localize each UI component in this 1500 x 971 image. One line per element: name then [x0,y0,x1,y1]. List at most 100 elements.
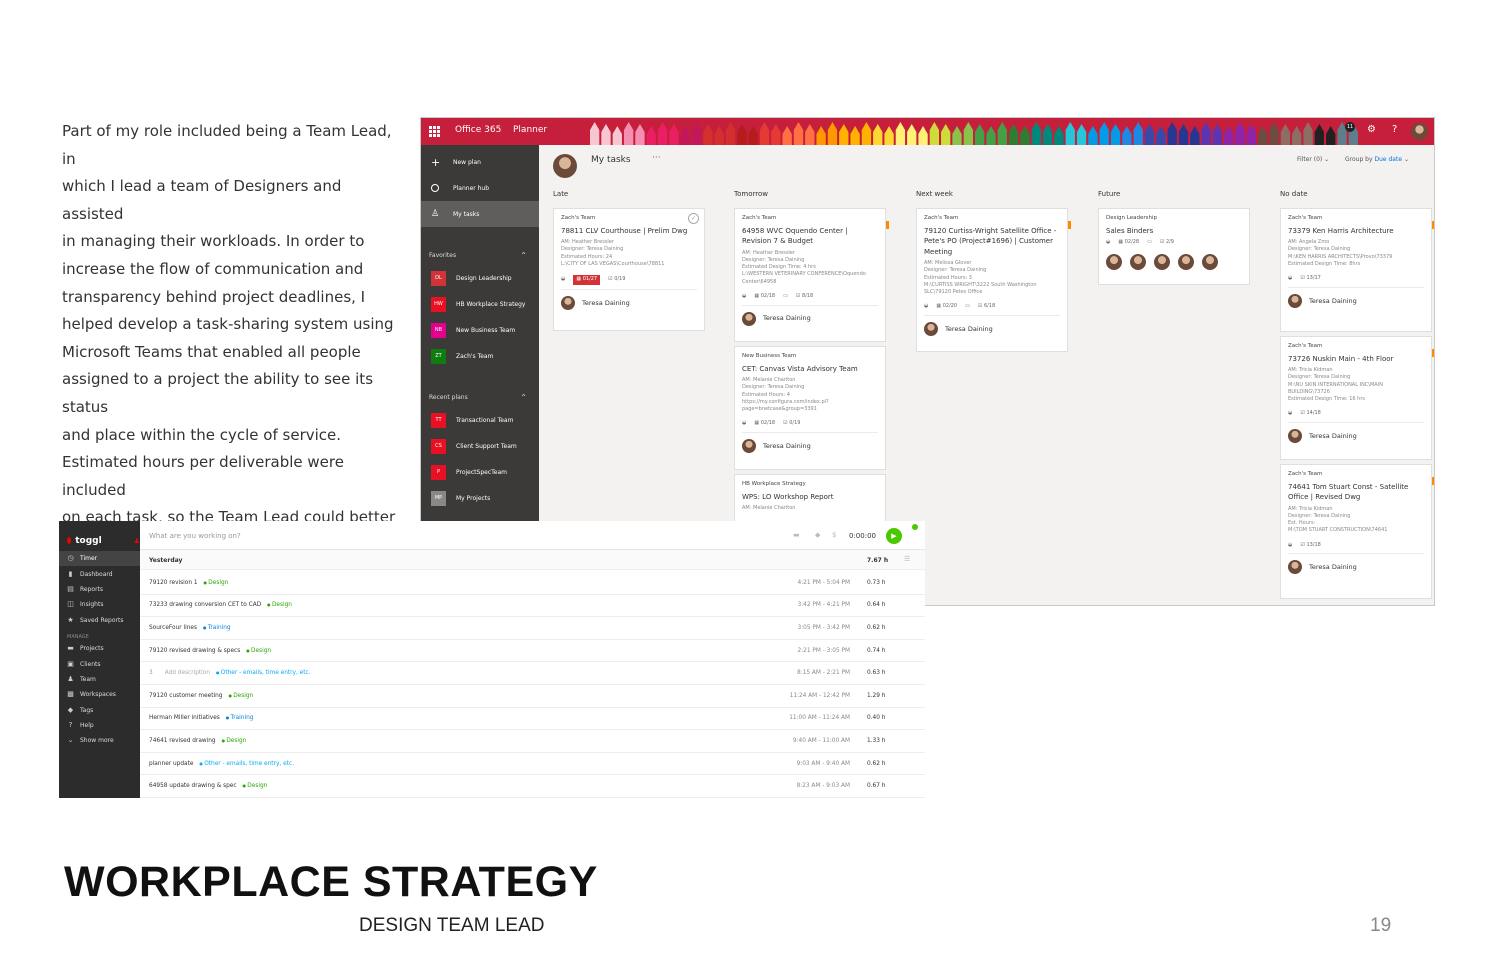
task-card[interactable]: New Business Team CET: Canvas Vista Advi… [734,346,886,470]
notification-badge[interactable]: 11 [1345,122,1355,132]
toggl-logo[interactable]: toggl ♟ [59,521,140,551]
nav-item-clients[interactable]: ▣ Clients [59,656,140,671]
user-avatar[interactable] [1411,123,1428,140]
nav-item-team[interactable]: ♟ Team [59,672,140,687]
nav-item-reports[interactable]: ▤ Reports [59,582,140,597]
plan-item[interactable]: HW HB Workplace Strategy [421,291,539,317]
time-entry-row[interactable]: 73233 drawing conversion CET to CAD ● Des… [140,595,925,618]
entry-project[interactable]: ● Other - emails, time entry, etc. [199,761,294,767]
entry-time-range[interactable]: 3:05 PM - 3:42 PM [778,625,851,631]
plan-item[interactable]: DL Design Leadership [421,265,539,291]
task-card[interactable]: Zach's Team 79120 Curtiss-Wright Satelli… [916,208,1071,352]
entry-duration[interactable]: 1.29 h [867,693,885,699]
new-plan-item[interactable]: + New plan [421,149,539,175]
group-by-button[interactable]: Group by Due date ⌄ [1345,156,1409,163]
entry-time-range[interactable]: 9:40 AM - 11:00 AM [778,738,850,744]
power-icon [67,537,72,544]
plan-item[interactable]: NB New Business Team [421,317,539,343]
plan-item[interactable]: TT Transactional Team [421,407,539,433]
entry-project[interactable]: ● Design [222,738,247,744]
nav-item-workspaces[interactable]: ▩ Workspaces [59,687,140,702]
suite-name[interactable]: Office 365 [455,125,501,135]
description-input[interactable]: What are you working on? [149,532,241,540]
more-icon[interactable]: ··· [652,153,661,163]
time-entry-row[interactable]: Herman Miller initiatives ● Training 11:00… [140,708,925,731]
crayon-shape [1269,122,1279,145]
time-entry-row[interactable]: 79120 customer meeting ● Design 11:24 AM -… [140,685,925,708]
plan-item[interactable]: ZT Zach's Team [421,343,539,369]
plan-item[interactable]: MP My Projects [421,485,539,511]
entry-project[interactable]: ● Other - emails, time entry, etc. [216,670,311,676]
entry-duration[interactable]: 0.67 h [867,783,885,789]
task-card[interactable]: Design Leadership Sales Binders ◒ ▦ 02/28… [1098,208,1250,285]
nav-item-help[interactable]: ? Help [59,718,140,733]
folder-icon[interactable]: ▬ [793,531,800,539]
planner-hub-item[interactable]: Planner hub [421,175,539,201]
time-entry-row[interactable]: 3 Add description ● Other - emails, time e… [140,662,925,685]
tag-icon[interactable]: ◆ [815,531,820,539]
entry-project[interactable]: ● Training [226,715,254,721]
nav-label: Insights [80,601,104,609]
time-entry-row[interactable]: 74641 revised drawing ● Design 9:40 AM - 1… [140,730,925,753]
entry-duration[interactable]: 0.73 h [867,580,885,586]
list-icon[interactable]: ☰ [904,555,910,563]
entry-project[interactable]: ● Design [267,602,292,608]
favorites-header[interactable]: Favorites ⌃ [421,245,539,265]
recent-header[interactable]: Recent plans ⌃ [421,387,539,407]
start-timer-button[interactable]: ▶ [886,528,902,544]
time-entry-row[interactable]: 79120 revision 1 ● Design 4:21 PM - 5:04 P… [140,572,925,595]
assignee: Teresa Daining [742,432,878,454]
entry-time-range[interactable]: 3:42 PM - 4:21 PM [778,602,851,608]
nav-item-show-more[interactable]: ⌄ Show more [59,733,140,748]
task-card[interactable]: Zach's Team 73726 Nuskin Main - 4th Floo… [1280,336,1434,460]
gear-icon[interactable]: ⚙ [1367,124,1376,135]
nav-item-dashboard[interactable]: ▮ Dashboard [59,566,140,581]
entry-project[interactable]: ● Design [246,648,271,654]
billable-icon[interactable]: $ [832,531,836,539]
nav-item-timer[interactable]: ◷ Timer [59,551,140,567]
app-name[interactable]: Planner [513,125,547,135]
nav-item-projects[interactable]: ▬ Projects [59,641,140,656]
entry-project[interactable]: ● Training [203,625,231,631]
entry-duration[interactable]: 0.64 h [867,602,885,608]
entry-time-range[interactable]: 4:21 PM - 5:04 PM [778,580,851,586]
entry-duration[interactable]: 0.74 h [867,648,885,654]
task-card[interactable]: Zach's Team 73379 Ken Harris Architectur… [1280,208,1434,332]
crayon-shape [1178,124,1189,145]
nav-item-saved-reports[interactable]: ★ Saved Reports [59,613,140,628]
entry-count[interactable]: 3 [149,670,153,676]
task-card[interactable]: Zach's Team 74641 Tom Stuart Const - Sat… [1280,464,1434,599]
entry-project[interactable]: ● Design [228,693,253,699]
entry-duration[interactable]: 0.62 h [867,625,885,631]
entry-duration[interactable]: 1.33 h [867,738,885,744]
filter-button[interactable]: Filter (0) ⌄ [1297,156,1329,163]
entry-time-range[interactable]: 11:00 AM - 11:24 AM [778,715,850,721]
entry-time-range[interactable]: 8:23 AM - 9:03 AM [778,783,850,789]
plan-item[interactable]: P ProjectSpecTeam [421,459,539,485]
nav-item-tags[interactable]: ◆ Tags [59,703,140,718]
entry-duration[interactable]: 0.40 h [867,715,885,721]
time-entry-row[interactable]: 64958 update drawing & spec ● Design 8:23 … [140,775,925,798]
time-entry-row[interactable]: 79120 revised drawing & specs ● Design 2:2… [140,640,925,663]
entry-time-range[interactable]: 8:15 AM - 2:21 PM [778,670,850,676]
entry-time-range[interactable]: 9:03 AM - 9:40 AM [778,761,850,767]
assignee: Teresa Daining [1288,422,1424,444]
entry-project[interactable]: ● Design [243,783,268,789]
entry-duration[interactable]: 0.62 h [867,761,885,767]
plan-item[interactable]: CS Client Support Team [421,433,539,459]
entry-duration[interactable]: 0.63 h [867,670,885,676]
my-tasks-item[interactable]: ♙ My tasks [421,201,539,227]
task-card[interactable]: Zach's Team 64958 WVC Oquendo Center | R… [734,208,889,342]
plus-icon: + [431,155,441,169]
nav-item-insights[interactable]: ◫ Insights [59,597,140,612]
entry-time-range[interactable]: 11:24 AM - 12:42 PM [778,693,850,699]
complete-circle-icon[interactable]: ✓ [688,213,699,224]
entry-time-range[interactable]: 2:21 PM - 3:05 PM [778,648,851,654]
time-entry-row[interactable]: planner update ● Other - emails, time ent… [140,753,925,776]
help-icon[interactable]: ? [1392,124,1397,135]
task-card[interactable]: ✓ Zach's Team 78811 CLV Courthouse | Pre… [553,208,705,331]
app-launcher-icon[interactable] [429,126,440,137]
time-entry-row[interactable]: SourceFour lines ● Training 3:05 PM - 3:42… [140,617,925,640]
checklist-chip: ☑ 14/18 [1300,410,1321,417]
entry-project[interactable]: ● Design [204,580,229,586]
